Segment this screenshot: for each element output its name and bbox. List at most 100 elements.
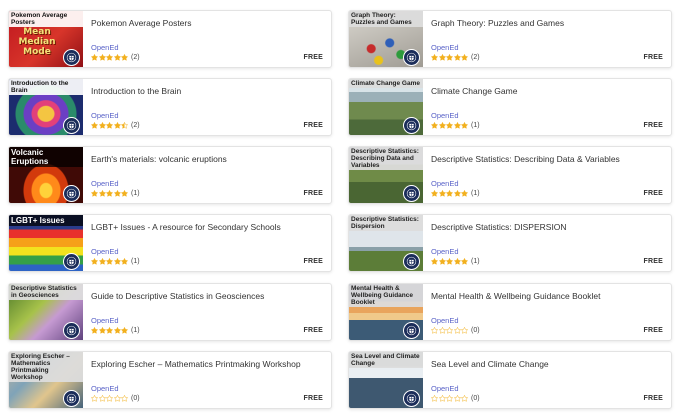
star-icon (438, 190, 446, 197)
provider-name[interactable]: OpenEd (431, 316, 459, 325)
resource-card-5[interactable]: Volcanic Eruptions Earth's materials: vo… (8, 146, 332, 204)
resource-title[interactable]: Graph Theory: Puzzles and Games (431, 18, 663, 28)
resource-title[interactable]: Descriptive Statistics: Describing Data … (431, 154, 663, 164)
rating-stars (431, 395, 468, 402)
rating-stars (431, 258, 468, 265)
resource-card-4[interactable]: Climate Change Game Climate Change Game … (348, 78, 672, 136)
resource-thumbnail[interactable]: Mental Health & Wellbeing Guidance Bookl… (349, 284, 423, 340)
thumbnail-label: Volcanic Eruptions (9, 147, 83, 167)
price-badge: FREE (303, 190, 323, 197)
star-icon (113, 122, 121, 129)
provider-name[interactable]: OpenEd (431, 179, 459, 188)
star-icon (461, 395, 468, 402)
resource-thumbnail[interactable]: Introduction to the Brain (9, 79, 83, 135)
resource-thumbnail[interactable]: Descriptive Statistics in Geosciences (9, 284, 83, 340)
provider-name[interactable]: OpenEd (431, 43, 459, 52)
thumbnail-label: Climate Change Game (349, 79, 423, 88)
rating: (1) (91, 190, 140, 197)
resource-card-2[interactable]: Graph Theory: Puzzles and Games Graph Th… (348, 10, 672, 68)
thumbnail-label: Sea Level and Climate Change (349, 352, 423, 368)
star-icon (91, 395, 98, 402)
star-icon (431, 190, 438, 197)
resource-card-7[interactable]: LGBT+ Issues LGBT+ Issues - A resource f… (8, 214, 332, 272)
provider-name[interactable]: OpenEd (431, 384, 459, 393)
provider-name[interactable]: OpenEd (91, 316, 119, 325)
resource-thumbnail[interactable]: Pokemon Average Posters Mean Median Mode (9, 11, 83, 67)
resource-card-3[interactable]: Introduction to the Brain Introduction t… (8, 78, 332, 136)
review-count: (1) (471, 190, 480, 197)
rating-stars (91, 258, 128, 265)
rating: (0) (431, 395, 480, 402)
resource-thumbnail[interactable]: Descriptive Statistics: Dispersion (349, 215, 423, 271)
star-icon (461, 54, 468, 61)
resource-title[interactable]: Sea Level and Climate Change (431, 359, 663, 369)
rating: (1) (431, 258, 480, 265)
resource-thumbnail[interactable]: Exploring Escher – Mathematics Printmaki… (9, 352, 83, 408)
star-icon (453, 395, 461, 402)
provider-name[interactable]: OpenEd (431, 111, 459, 120)
rating: (0) (91, 395, 140, 402)
star-icon (121, 395, 128, 402)
star-icon (113, 395, 121, 402)
resource-title[interactable]: Exploring Escher – Mathematics Printmaki… (91, 359, 323, 369)
resource-thumbnail[interactable]: Climate Change Game (349, 79, 423, 135)
thumbnail-word: Median (18, 37, 56, 47)
resource-thumbnail[interactable]: LGBT+ Issues (9, 215, 83, 271)
review-count: (1) (131, 190, 140, 197)
resource-title[interactable]: Earth's materials: volcanic eruptions (91, 154, 323, 164)
resource-title[interactable]: Introduction to the Brain (91, 86, 323, 96)
resource-title[interactable]: LGBT+ Issues - A resource for Secondary … (91, 222, 323, 232)
provider-name[interactable]: OpenEd (91, 179, 119, 188)
price-badge: FREE (303, 395, 323, 402)
star-icon (438, 327, 446, 334)
star-icon (438, 54, 446, 61)
resource-card-1[interactable]: Pokemon Average Posters Mean Median Mode P… (8, 10, 332, 68)
thumbnail-words: Mean Median Mode (13, 27, 61, 57)
star-icon (453, 327, 461, 334)
star-icon (453, 190, 461, 197)
provider-name[interactable]: OpenEd (91, 247, 119, 256)
star-icon (121, 54, 128, 61)
star-icon (91, 122, 98, 129)
provider-name[interactable]: OpenEd (431, 247, 459, 256)
resource-card-11[interactable]: Exploring Escher – Mathematics Printmaki… (8, 351, 332, 409)
price-badge: FREE (643, 395, 663, 402)
resource-card-10[interactable]: Mental Health & Wellbeing Guidance Bookl… (348, 283, 672, 341)
rating: (1) (91, 258, 140, 265)
resource-thumbnail[interactable]: Graph Theory: Puzzles and Games (349, 11, 423, 67)
resource-title[interactable]: Mental Health & Wellbeing Guidance Bookl… (431, 291, 663, 301)
star-icon (113, 327, 121, 334)
resource-title[interactable]: Pokemon Average Posters (91, 18, 323, 28)
resource-thumbnail[interactable]: Sea Level and Climate Change (349, 352, 423, 408)
star-icon (91, 190, 98, 197)
provider-name[interactable]: OpenEd (91, 43, 119, 52)
rating-stars (91, 190, 128, 197)
resource-card-6[interactable]: Descriptive Statistics: Describing Data … (348, 146, 672, 204)
resource-grid: Pokemon Average Posters Mean Median Mode P… (8, 10, 672, 410)
star-icon (106, 54, 113, 61)
review-count: (2) (131, 122, 140, 129)
provider-name[interactable]: OpenEd (91, 111, 119, 120)
star-icon (106, 395, 113, 402)
resource-card-12[interactable]: Sea Level and Climate Change Sea Level a… (348, 351, 672, 409)
star-icon (461, 258, 468, 265)
star-icon (91, 258, 98, 265)
resource-thumbnail[interactable]: Descriptive Statistics: Describing Data … (349, 147, 423, 203)
star-icon (91, 54, 98, 61)
star-icon (106, 122, 113, 129)
price-badge: FREE (643, 54, 663, 61)
price-badge: FREE (303, 54, 323, 61)
star-icon (446, 395, 453, 402)
resource-card-9[interactable]: Descriptive Statistics in Geosciences Gu… (8, 283, 332, 341)
review-count: (2) (471, 54, 480, 61)
university-seal-icon (403, 253, 420, 270)
rating-stars (431, 327, 468, 334)
resource-title[interactable]: Descriptive Statistics: DISPERSION (431, 222, 663, 232)
resource-card-8[interactable]: Descriptive Statistics: Dispersion Descr… (348, 214, 672, 272)
resource-title[interactable]: Climate Change Game (431, 86, 663, 96)
provider-name[interactable]: OpenEd (91, 384, 119, 393)
resource-title[interactable]: Guide to Descriptive Statistics in Geosc… (91, 291, 323, 301)
star-icon (461, 122, 468, 129)
university-seal-icon (63, 185, 80, 202)
resource-thumbnail[interactable]: Volcanic Eruptions (9, 147, 83, 203)
